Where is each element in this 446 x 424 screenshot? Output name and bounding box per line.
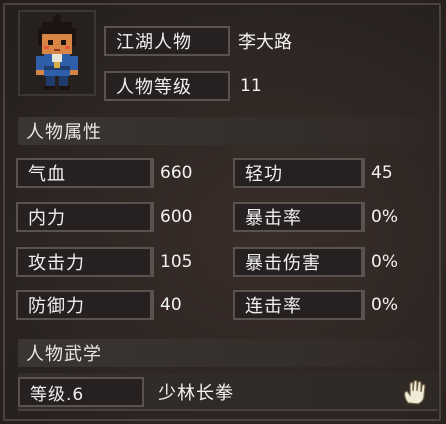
character-level: 11 [240, 76, 262, 96]
character-avatar-icon [36, 14, 78, 90]
stat-defense-value: 40 [152, 290, 222, 320]
character-panel: 江湖人物 李大路 人物等级 11 人物属性 气血 660 轻功 45 内力 60… [0, 0, 446, 424]
stat-qinggong-value: 45 [363, 158, 433, 188]
skill-row[interactable]: 等级.6 少林长拳 [18, 373, 438, 411]
stat-neili-label: 内力 [16, 202, 152, 232]
stat-neili-value: 600 [152, 202, 222, 232]
stat-defense-label: 防御力 [16, 290, 152, 320]
stat-combo-value: 0% [363, 290, 433, 320]
character-name: 李大路 [238, 32, 292, 53]
stat-attack-label: 攻击力 [16, 247, 152, 277]
skill-level: 等级.6 [18, 377, 144, 407]
stat-attack-value: 105 [152, 247, 222, 277]
section-martial-arts: 人物武学 [18, 339, 438, 367]
stat-crit-value: 0% [363, 202, 433, 232]
stat-hp-label: 气血 [16, 158, 152, 188]
character-portrait [18, 10, 96, 96]
name-label: 江湖人物 [104, 26, 230, 56]
skill-name: 少林长拳 [158, 383, 234, 404]
stat-crit-label: 暴击率 [233, 202, 363, 232]
level-label: 人物等级 [104, 71, 230, 101]
section-attributes: 人物属性 [18, 117, 438, 145]
stat-critdmg-label: 暴击伤害 [233, 247, 363, 277]
stat-hp-value: 660 [152, 158, 222, 188]
stat-critdmg-value: 0% [363, 247, 433, 277]
palm-icon[interactable] [402, 379, 430, 405]
stat-combo-label: 连击率 [233, 290, 363, 320]
stat-qinggong-label: 轻功 [233, 158, 363, 188]
